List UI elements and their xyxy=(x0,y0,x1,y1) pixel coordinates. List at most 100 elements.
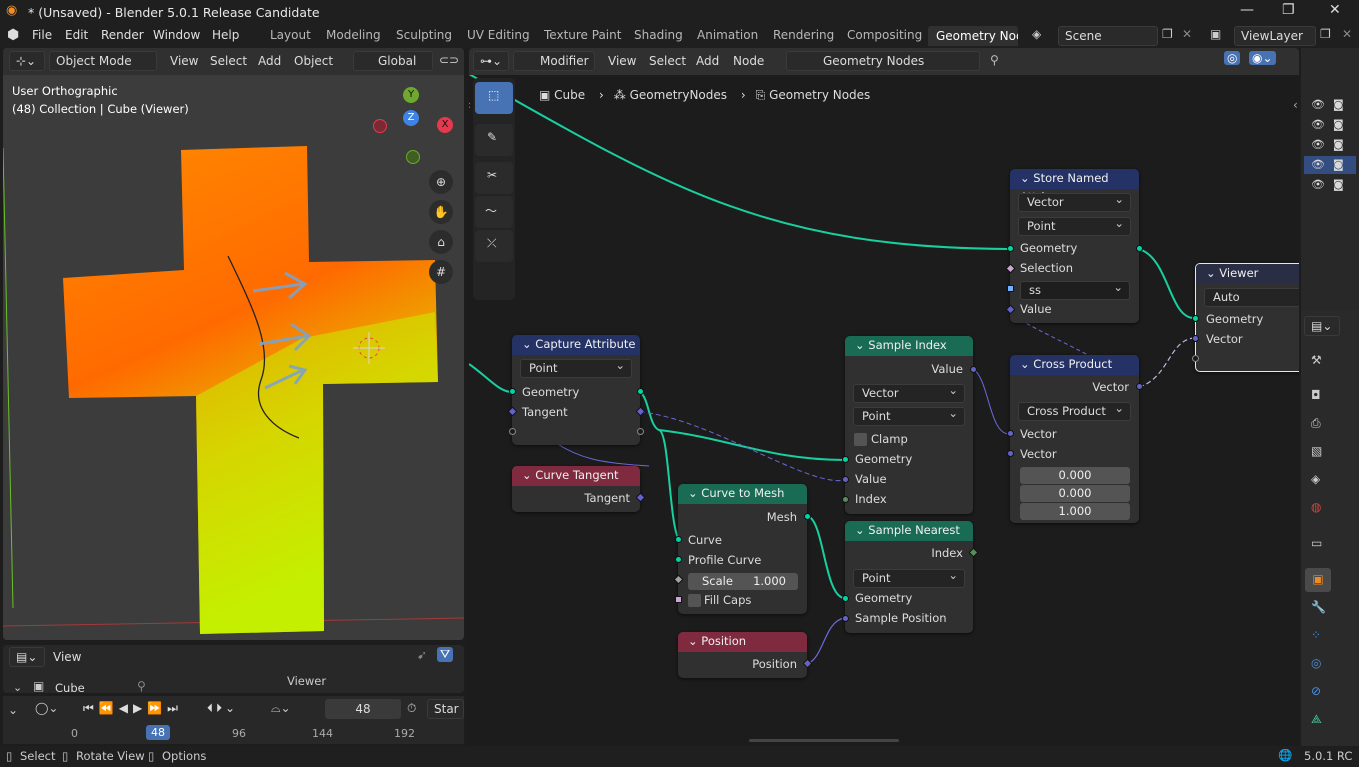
cross-output-socket[interactable] xyxy=(1136,383,1143,390)
node-header[interactable]: ⌄ Sample Nearest xyxy=(845,521,973,541)
constraints-properties-icon[interactable]: ⊘ xyxy=(1311,684,1321,698)
capture-geometry-input-socket[interactable] xyxy=(509,388,516,395)
cross-vector-a-socket[interactable] xyxy=(1007,430,1014,437)
scale-field[interactable]: Scale 1.000 xyxy=(688,573,798,590)
node-curve-tangent[interactable]: ⌄ Curve Tangent Tangent xyxy=(512,466,640,512)
viewer-vector-socket[interactable] xyxy=(1192,335,1199,342)
sample-index-value-socket[interactable] xyxy=(842,476,849,483)
remove-view-layer-icon[interactable]: ✕ xyxy=(1342,27,1352,41)
toolbar-toggle-icon[interactable]: ‹ xyxy=(469,98,471,112)
tab-layout[interactable]: Layout xyxy=(270,28,311,42)
editor-type-icon[interactable]: ⊹⌄ xyxy=(9,51,45,71)
eye-icon[interactable]: 👁 xyxy=(1311,158,1325,171)
outliner-editor-type-icon[interactable]: ▤⌄ xyxy=(9,647,45,667)
output-properties-icon[interactable]: ⎙ xyxy=(1311,416,1321,431)
node-tree-selector[interactable]: Geometry Nodes xyxy=(786,51,980,71)
viewer-domain-dropdown[interactable]: Auto xyxy=(1204,286,1299,307)
view-layer-properties-icon[interactable]: ▧ xyxy=(1311,444,1322,458)
data-properties-icon[interactable]: ⟁ xyxy=(1311,712,1322,727)
node-menu-select[interactable]: Select xyxy=(649,54,686,68)
node-position[interactable]: ⌄ Position Position xyxy=(678,632,807,678)
gizmo-toggle-icon[interactable]: ◉⌄ xyxy=(1249,51,1276,65)
clamp-checkbox[interactable] xyxy=(854,433,867,446)
link-icon[interactable]: ⊂⊃ xyxy=(439,53,459,67)
tab-sculpting[interactable]: Sculpting xyxy=(396,28,452,42)
tab-rendering[interactable]: Rendering xyxy=(773,28,834,42)
grid-toggle-icon[interactable]: # xyxy=(429,260,453,284)
outliner-item-cube[interactable]: Cube xyxy=(55,681,85,695)
particles-properties-icon[interactable]: ⁘ xyxy=(1311,628,1321,642)
tab-compositing[interactable]: Compositing xyxy=(847,28,922,42)
sidebar-toggle-icon[interactable]: ‹ xyxy=(1293,98,1298,112)
menu-file[interactable]: File xyxy=(32,28,52,42)
pan-hand-icon[interactable]: ✋ xyxy=(429,200,453,224)
auto-key-icon[interactable]: ⌓⌄ xyxy=(271,701,291,716)
gizmo-neg-x[interactable] xyxy=(373,119,387,133)
node-cross-product[interactable]: ⌄ Cross Product Vector Cross Product Vec… xyxy=(1010,355,1139,523)
viewer-geometry-socket[interactable] xyxy=(1192,315,1199,322)
current-frame-field[interactable]: 48 xyxy=(325,699,401,719)
menu-render[interactable]: Render xyxy=(101,28,144,42)
scene-icon[interactable]: ◈ xyxy=(1032,27,1041,41)
domain-dropdown[interactable]: Point xyxy=(1018,215,1131,236)
eye-icon[interactable]: 👁 xyxy=(1311,178,1325,191)
capture-geometry-output-socket[interactable] xyxy=(637,388,644,395)
transform-orientation-dropdown[interactable]: Global xyxy=(353,51,433,71)
collection-properties-icon[interactable]: ▭ xyxy=(1311,536,1322,550)
tab-geometry-nodes[interactable]: Geometry Nodes xyxy=(928,26,1018,46)
node-menu-node[interactable]: Node xyxy=(733,54,764,68)
node-header[interactable]: ⌄ Capture Attribute xyxy=(512,335,640,355)
tool-properties-icon[interactable]: ⚒ xyxy=(1311,353,1322,367)
filter-selectable-icon[interactable]: ➹ xyxy=(417,648,427,662)
camera-render-icon[interactable]: ◙ xyxy=(1333,178,1344,191)
view-layer-selector[interactable]: ViewLayer xyxy=(1234,26,1316,46)
render-properties-icon[interactable]: ◘ xyxy=(1311,388,1321,402)
capture-domain-dropdown[interactable]: Point xyxy=(520,357,632,378)
cross-b-x-field[interactable]: 0.000 xyxy=(1020,467,1130,484)
sample-nearest-domain-dropdown[interactable]: Point xyxy=(853,567,965,588)
sample-index-type-dropdown[interactable]: Vector xyxy=(853,382,965,403)
tab-shading[interactable]: Shading xyxy=(634,28,683,42)
sample-index-index-socket[interactable] xyxy=(842,496,849,503)
capture-extend-input-socket[interactable] xyxy=(509,428,516,435)
viewer-extend-socket[interactable] xyxy=(1192,355,1199,362)
scene-selector[interactable]: Scene xyxy=(1058,26,1158,46)
tab-modeling[interactable]: Modeling xyxy=(326,28,381,42)
new-scene-icon[interactable]: ❐ xyxy=(1162,27,1173,41)
remove-scene-icon[interactable]: ✕ xyxy=(1182,27,1192,41)
viewport-menu-view[interactable]: View xyxy=(170,54,198,68)
node-header[interactable]: ⌄ Position xyxy=(678,632,807,652)
vector-math-operation-dropdown[interactable]: Cross Product xyxy=(1018,400,1131,421)
curve-to-mesh-mesh-socket[interactable] xyxy=(804,513,811,520)
viewport-menu-object[interactable]: Object xyxy=(294,54,333,68)
node-header[interactable]: ⌄ Curve to Mesh xyxy=(678,484,807,504)
keying-icon[interactable]: ◯⌄ xyxy=(35,701,58,715)
fill-caps-checkbox[interactable] xyxy=(688,594,701,607)
eye-icon[interactable]: 👁 xyxy=(1311,138,1325,151)
eye-icon[interactable]: 👁 xyxy=(1311,98,1325,111)
timer-icon[interactable]: ⏱ xyxy=(407,701,416,716)
gizmo-y-axis[interactable]: Y xyxy=(403,87,419,103)
horizontal-scrollbar[interactable] xyxy=(749,739,899,742)
overlay-toggle-icon[interactable]: ◎ xyxy=(1224,51,1241,65)
mute-links-tool-icon[interactable]: 〜 xyxy=(475,196,513,228)
cut-links-tool-icon[interactable]: ✂ xyxy=(475,162,513,194)
camera-render-icon[interactable]: ◙ xyxy=(1333,98,1344,111)
tab-animation[interactable]: Animation xyxy=(697,28,758,42)
store-geometry-input-socket[interactable] xyxy=(1007,245,1014,252)
camera-render-icon[interactable]: ◙ xyxy=(1333,118,1344,131)
new-view-layer-icon[interactable]: ❐ xyxy=(1320,27,1331,41)
world-properties-icon[interactable]: ◍ xyxy=(1311,500,1321,514)
breadcrumb-tree[interactable]: Geometry Nodes xyxy=(769,88,870,102)
blender-menu-icon[interactable]: ⬢ xyxy=(7,27,19,43)
viewport-menu-add[interactable]: Add xyxy=(258,54,281,68)
node-header[interactable]: ⌄ Sample Index xyxy=(845,336,973,356)
maximize-button[interactable]: ❐ xyxy=(1282,2,1295,18)
node-curve-to-mesh[interactable]: ⌄ Curve to Mesh Mesh Curve Profile Curve… xyxy=(678,484,807,614)
node-header[interactable]: ⌄ Store Named Attri... xyxy=(1010,169,1139,204)
camera-render-icon[interactable]: ◙ xyxy=(1333,158,1344,171)
tab-texture-paint[interactable]: Texture Paint xyxy=(544,28,621,42)
node-header[interactable]: ⌄ Cross Product xyxy=(1010,355,1139,375)
pin-tree-icon[interactable]: ⚲ xyxy=(990,53,999,67)
tab-uv-editing[interactable]: UV Editing xyxy=(467,28,530,42)
